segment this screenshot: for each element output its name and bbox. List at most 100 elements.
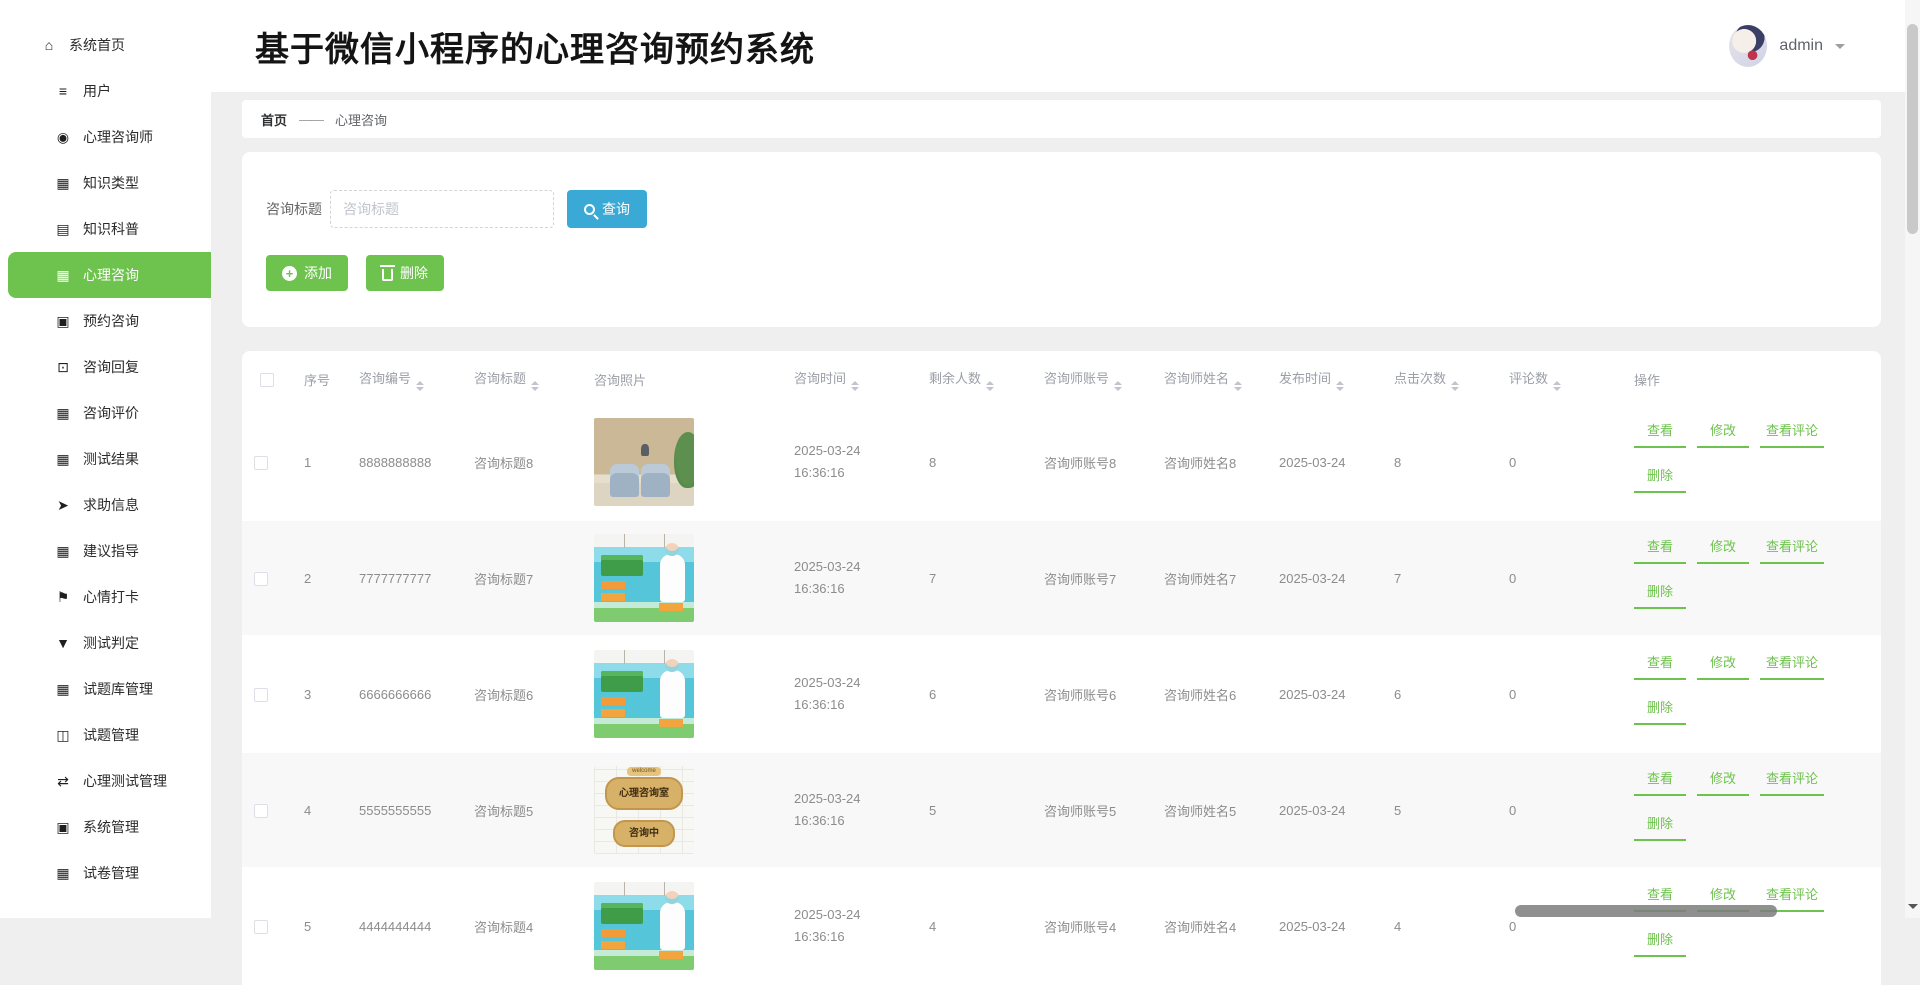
main-content: 首页 —— 心理咨询 咨询标题 查询 + 添加 删除 [211, 92, 1905, 918]
cell-consult-code: 4444444444 [347, 868, 462, 984]
breadcrumb-home[interactable]: 首页 [261, 110, 287, 129]
edit-button[interactable]: 修改 [1697, 649, 1749, 680]
sidebar-item-consult-review[interactable]: ▦ 咨询评价 [0, 390, 211, 436]
page-title: 基于微信小程序的心理咨询预约系统 [255, 22, 815, 71]
sidebar-item-appointment[interactable]: ▣ 预约咨询 [0, 298, 211, 344]
view-comments-button[interactable]: 查看评论 [1760, 417, 1824, 448]
cell-consult-time: 2025-03-2416:36:16 [782, 520, 917, 636]
sort-icon[interactable] [1234, 381, 1242, 391]
sort-icon[interactable] [531, 381, 539, 391]
view-comments-button[interactable]: 查看评论 [1760, 765, 1824, 796]
sort-icon[interactable] [1114, 381, 1122, 391]
edit-button[interactable]: 修改 [1697, 417, 1749, 448]
view-button[interactable]: 查看 [1634, 649, 1686, 680]
user-menu[interactable]: admin [1729, 0, 1845, 92]
sidebar-item-users[interactable]: ≡ 用户 [0, 68, 211, 114]
data-table: 序号咨询编号咨询标题咨询照片咨询时间剩余人数咨询师账号咨询师姓名发布时间点击次数… [242, 353, 1881, 985]
sort-icon[interactable] [1336, 381, 1344, 391]
table-row: 3 6666666666 咨询标题6 2025-03-2416:36:16 6 … [242, 636, 1881, 752]
delete-button[interactable]: 删除 [1634, 578, 1686, 609]
header-checkbox-cell [242, 353, 292, 405]
column-header: 咨询标题 [462, 353, 582, 405]
row-checkbox[interactable] [254, 804, 268, 818]
edit-button[interactable]: 修改 [1697, 533, 1749, 564]
trash-icon [382, 269, 393, 281]
consult-photo [594, 882, 694, 970]
search-label: 咨询标题 [266, 199, 322, 219]
cell-counselor-name: 咨询师姓名6 [1152, 636, 1267, 752]
cell-comments: 0 [1497, 405, 1622, 520]
sidebar: ⌂ 系统首页 ≡ 用户 ◉ 心理咨询师 ▦ 知识类型 ▤ 知识科普 ▦ 心理咨询… [0, 0, 211, 918]
cell-consult-title: 咨询标题4 [462, 868, 582, 984]
sidebar-item-home[interactable]: ⌂ 系统首页 [0, 22, 211, 68]
search-input[interactable] [330, 190, 554, 228]
table-row: 1 8888888888 咨询标题8 2025-03-2416:36:16 8 … [242, 405, 1881, 520]
sidebar-item-question-manage[interactable]: ◫ 试题管理 [0, 712, 211, 758]
sort-icon[interactable] [986, 381, 994, 391]
add-button[interactable]: + 添加 [266, 255, 348, 291]
cell-index: 4 [292, 752, 347, 868]
view-button[interactable]: 查看 [1634, 765, 1686, 796]
sort-icon[interactable] [1451, 381, 1459, 391]
sidebar-item-consult-reply[interactable]: ⊡ 咨询回复 [0, 344, 211, 390]
view-button[interactable]: 查看 [1634, 417, 1686, 448]
delete-button[interactable]: 删除 [366, 255, 444, 291]
sidebar-item-mood-checkin[interactable]: ⚑ 心情打卡 [0, 574, 211, 620]
sidebar-item-test-result[interactable]: ▦ 测试结果 [0, 436, 211, 482]
cell-clicks: 8 [1382, 405, 1497, 520]
sidebar-item-knowledge-science[interactable]: ▤ 知识科普 [0, 206, 211, 252]
sort-icon[interactable] [416, 381, 424, 391]
row-checkbox[interactable] [254, 572, 268, 586]
sidebar-item-paper-manage[interactable]: ▦ 试卷管理 [0, 850, 211, 896]
sidebar-item-label: 咨询评价 [83, 403, 139, 423]
delete-button[interactable]: 删除 [1634, 926, 1686, 957]
sidebar-item-system-manage[interactable]: ▣ 系统管理 [0, 804, 211, 850]
chevron-down-icon [1835, 44, 1845, 54]
sidebar-item-test-judge[interactable]: ▼ 测试判定 [0, 620, 211, 666]
breadcrumb-current: 心理咨询 [335, 110, 387, 129]
delete-button[interactable]: 删除 [1634, 694, 1686, 725]
edit-button[interactable]: 修改 [1697, 765, 1749, 796]
cell-actions: 查看修改查看评论 删除 [1622, 520, 1881, 636]
row-checkbox[interactable] [254, 688, 268, 702]
select-all-checkbox[interactable] [260, 373, 274, 387]
sidebar-item-counseling[interactable]: ▦ 心理咨询 [8, 252, 211, 298]
sidebar-item-label: 知识科普 [83, 219, 139, 239]
row-checkbox[interactable] [254, 456, 268, 470]
avatar[interactable] [1729, 25, 1767, 67]
sidebar-item-question-bank[interactable]: ▦ 试题库管理 [0, 666, 211, 712]
consult-photo [594, 418, 694, 506]
view-button[interactable]: 查看 [1634, 533, 1686, 564]
delete-button[interactable]: 删除 [1634, 462, 1686, 493]
vertical-scrollbar-thumb[interactable] [1907, 24, 1918, 234]
vertical-scrollbar[interactable] [1905, 0, 1920, 918]
view-comments-button[interactable]: 查看评论 [1760, 533, 1824, 564]
column-header: 咨询照片 [582, 353, 782, 405]
cell-actions: 查看修改查看评论 删除 [1622, 636, 1881, 752]
scroll-down-arrow-icon[interactable] [1908, 904, 1918, 914]
cell-clicks: 6 [1382, 636, 1497, 752]
delete-button[interactable]: 删除 [1634, 810, 1686, 841]
sidebar-item-psych-test-manage[interactable]: ⇄ 心理测试管理 [0, 758, 211, 804]
row-checkbox[interactable] [254, 920, 268, 934]
cell-counselor-account: 咨询师账号5 [1032, 752, 1152, 868]
sort-icon[interactable] [1553, 381, 1561, 391]
send-icon: ➤ [52, 497, 74, 514]
sidebar-item-guidance[interactable]: ▦ 建议指导 [0, 528, 211, 574]
cell-comments: 0 [1497, 868, 1622, 984]
grid-icon: ▦ [52, 681, 74, 698]
horizontal-scrollbar-thumb[interactable] [1515, 905, 1777, 917]
query-button[interactable]: 查询 [567, 190, 647, 228]
sidebar-item-help-info[interactable]: ➤ 求助信息 [0, 482, 211, 528]
sidebar-item-counselors[interactable]: ◉ 心理咨询师 [0, 114, 211, 160]
grid-icon: ▦ [52, 451, 74, 468]
cell-index: 3 [292, 636, 347, 752]
sidebar-item-label: 知识类型 [83, 173, 139, 193]
cell-remaining: 6 [917, 636, 1032, 752]
cell-actions: 查看修改查看评论 删除 [1622, 752, 1881, 868]
flag-icon: ⚑ [52, 589, 74, 606]
sidebar-item-knowledge-type[interactable]: ▦ 知识类型 [0, 160, 211, 206]
view-comments-button[interactable]: 查看评论 [1760, 649, 1824, 680]
grid-icon: ▦ [52, 405, 74, 422]
sort-icon[interactable] [851, 381, 859, 391]
